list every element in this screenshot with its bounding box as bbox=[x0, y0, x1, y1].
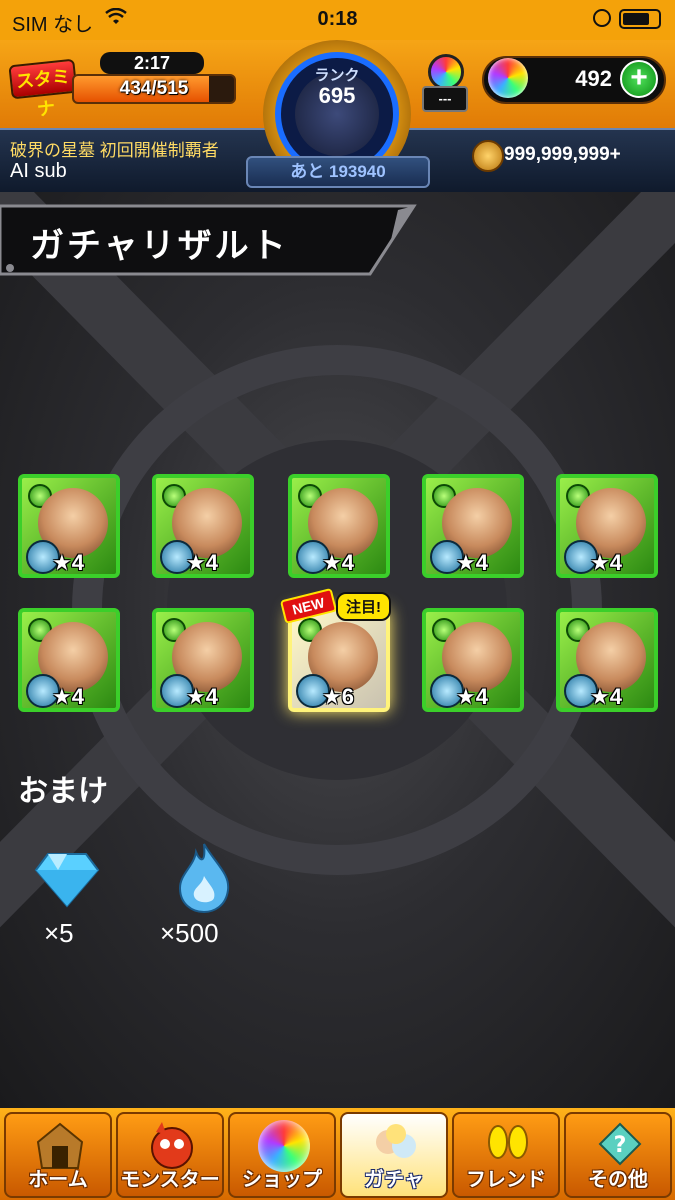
bonus-title: おまけ bbox=[18, 775, 108, 808]
nav-friend-label: フレンド bbox=[466, 1169, 546, 1191]
featured-badge: 注目! bbox=[336, 592, 391, 621]
rarity-stars: ★4 bbox=[52, 684, 84, 709]
rarity-stars: ★4 bbox=[456, 684, 488, 709]
coin-icon bbox=[472, 140, 504, 172]
bottom-navigation: ホーム モンスター ショップ ガチャ フレンド ? その他 bbox=[0, 1108, 675, 1200]
nav-other-label: その他 bbox=[588, 1169, 648, 1191]
player-name: AI sub bbox=[10, 160, 67, 182]
rarity-stars: ★6 bbox=[322, 684, 354, 709]
result-monster-9[interactable]: ★4 bbox=[422, 608, 524, 712]
rotation-lock-icon bbox=[593, 9, 611, 27]
flame-icon bbox=[176, 842, 232, 919]
rarity-stars: ★4 bbox=[186, 684, 218, 709]
result-monster-6[interactable]: ★4 bbox=[18, 608, 120, 712]
result-monster-4[interactable]: ★4 bbox=[422, 474, 524, 578]
nav-home-label: ホーム bbox=[28, 1169, 88, 1191]
rarity-stars: ★4 bbox=[186, 550, 218, 575]
rank-label: ランク bbox=[314, 67, 360, 84]
diamond-icon bbox=[34, 852, 100, 913]
page-title: ガチャリザルト bbox=[30, 227, 289, 265]
rank-next-exp: あと 193940 bbox=[246, 156, 430, 188]
gacha-machine-icon bbox=[428, 54, 464, 90]
rarity-stars: ★4 bbox=[456, 550, 488, 575]
nav-home[interactable]: ホーム bbox=[4, 1112, 112, 1198]
result-monster-10[interactable]: ★4 bbox=[556, 608, 658, 712]
nav-shop[interactable]: ショップ bbox=[228, 1112, 336, 1198]
nav-shop-label: ショップ bbox=[242, 1169, 322, 1191]
result-monster-8[interactable]: ★6 bbox=[288, 608, 390, 712]
top-header: スタミナ 2:17 434/515 ランク 695 あと 193940 --- … bbox=[0, 40, 675, 192]
gacha-counter: --- bbox=[422, 86, 468, 112]
result-monster-5[interactable]: ★4 bbox=[556, 474, 658, 578]
clock: 0:18 bbox=[317, 8, 358, 30]
result-monster-7[interactable]: ★4 bbox=[152, 608, 254, 712]
nav-monster-label: モンスター bbox=[120, 1169, 220, 1191]
bonus-flame-count: ×500 bbox=[160, 918, 219, 948]
nav-monster[interactable]: モンスター bbox=[116, 1112, 224, 1198]
result-monster-1[interactable]: ★4 bbox=[18, 474, 120, 578]
player-title: 破界の星墓 初回開催制覇者 bbox=[10, 141, 219, 160]
orb-icon bbox=[488, 58, 528, 98]
stamina-timer: 2:17 bbox=[100, 52, 204, 74]
result-monster-3[interactable]: ★4 bbox=[288, 474, 390, 578]
stamina-badge: スタミナ bbox=[8, 58, 78, 120]
battery-icon bbox=[619, 9, 661, 29]
result-monster-2[interactable]: ★4 bbox=[152, 474, 254, 578]
bonus-diamond-count: ×5 bbox=[44, 918, 74, 948]
gacha-machine-button[interactable]: --- bbox=[420, 52, 468, 112]
rarity-stars: ★4 bbox=[590, 550, 622, 575]
rarity-stars: ★4 bbox=[322, 550, 354, 575]
nav-friend[interactable]: フレンド bbox=[452, 1112, 560, 1198]
coin-count: 999,999,999+ bbox=[504, 144, 621, 165]
orb-count: 492 bbox=[575, 66, 612, 91]
rank-value: 695 bbox=[318, 83, 356, 108]
svg-text:?: ? bbox=[614, 1133, 627, 1158]
stamina-value: 434/515 bbox=[119, 78, 189, 99]
status-bar: SIM なし 0:18 bbox=[0, 0, 675, 40]
nav-gacha[interactable]: ガチャ bbox=[340, 1112, 448, 1198]
nav-gacha-label: ガチャ bbox=[364, 1169, 424, 1191]
nav-other[interactable]: ? その他 bbox=[564, 1112, 672, 1198]
rarity-stars: ★4 bbox=[590, 684, 622, 709]
rarity-stars: ★4 bbox=[52, 550, 84, 575]
add-orb-button[interactable]: + bbox=[620, 60, 658, 98]
